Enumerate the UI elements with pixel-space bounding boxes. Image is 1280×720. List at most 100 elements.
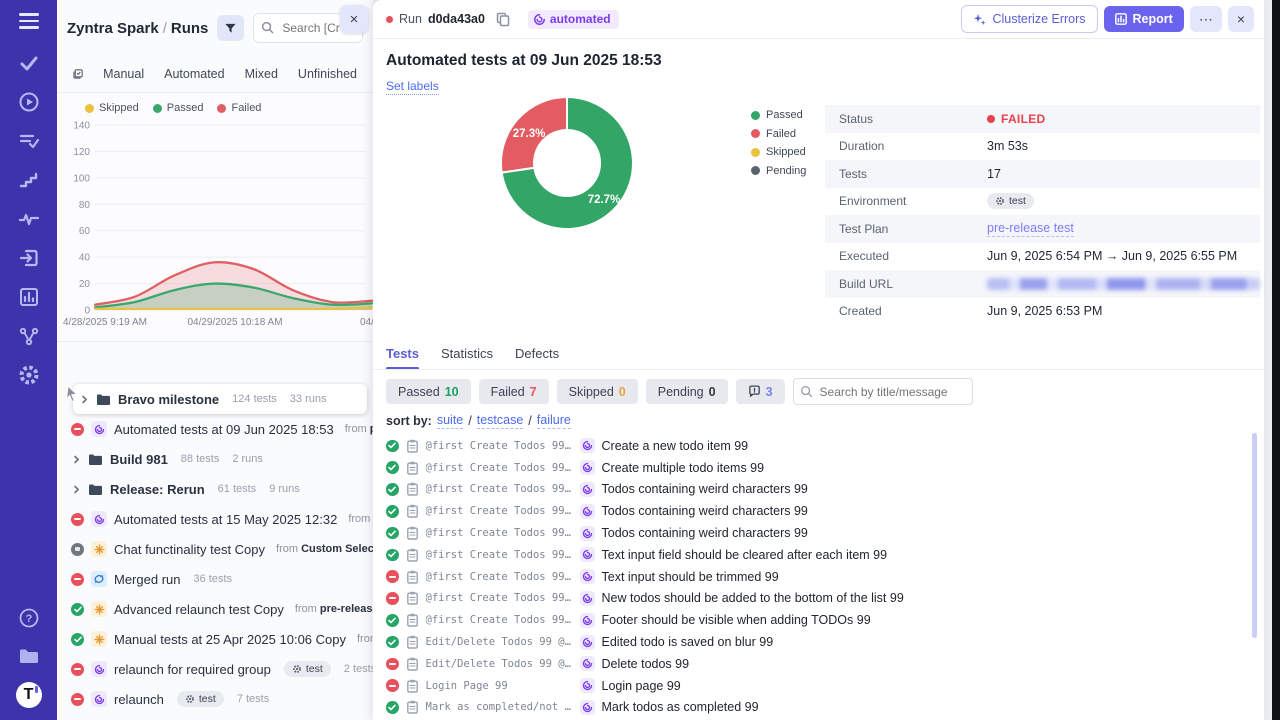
test-row[interactable]: @first Create Todos 99…Todos containing …	[386, 479, 1246, 501]
sort-by-suite[interactable]: suite	[437, 413, 463, 429]
environment-badge[interactable]: test	[987, 193, 1034, 209]
filter-passed-button[interactable]: Passed10	[386, 379, 471, 404]
list-check-icon[interactable]	[17, 129, 41, 153]
run-from-plan[interactable]: Custom Selection	[301, 543, 373, 555]
folder-name: Bravo milestone	[118, 392, 219, 407]
test-title[interactable]: Delete todos 99	[602, 657, 690, 671]
automated-badge[interactable]: automated	[528, 10, 619, 29]
test-title[interactable]: Text input should be trimmed 99	[602, 570, 779, 584]
run-type-tab-unfinished[interactable]: Unfinished	[298, 67, 357, 81]
run-row[interactable]: Manual tests at 25 Apr 2025 10:06 Copyfr…	[57, 624, 373, 654]
run-row[interactable]: Automated tests at 15 May 2025 12:32from…	[57, 504, 373, 534]
test-row[interactable]: Edit/Delete Todos 99 @…Delete todos 99	[386, 653, 1246, 675]
run-type-tab-manual[interactable]: Manual	[103, 67, 144, 81]
test-title[interactable]: Text input field should be cleared after…	[602, 548, 888, 562]
tab-tests[interactable]: Tests	[386, 346, 419, 370]
test-row[interactable]: @first Create Todos 99…Text input field …	[386, 544, 1246, 566]
set-labels-link[interactable]: Set labels	[386, 79, 439, 95]
more-button[interactable]: ⋯	[1190, 6, 1222, 32]
test-title[interactable]: New todos should be added to the bottom …	[602, 591, 904, 605]
tests-search[interactable]	[793, 378, 973, 405]
test-title[interactable]: Footer should be visible when adding TOD…	[602, 613, 871, 627]
test-row[interactable]: Login Page 99Login page 99	[386, 675, 1246, 697]
sort-by-label: sort by:	[386, 414, 432, 428]
run-name: Automated tests at 09 Jun 2025 18:53	[114, 422, 334, 437]
test-suite: @first Create Todos 99…	[426, 440, 573, 452]
close-run-button[interactable]: ×	[1228, 6, 1254, 32]
check-icon[interactable]	[17, 51, 41, 75]
activity-icon[interactable]	[17, 207, 41, 231]
clusterize-errors-button[interactable]: Clusterize Errors	[961, 5, 1097, 33]
tests-search-input[interactable]	[818, 384, 962, 400]
tests-scrollbar[interactable]	[1252, 433, 1257, 638]
run-row[interactable]: Advanced relaunch test Copyfrom pre-rele…	[57, 594, 373, 624]
test-row[interactable]: Edit/Delete Todos 99 @…Edited todo is sa…	[386, 631, 1246, 653]
run-meta: 2 runs	[232, 453, 263, 465]
test-title[interactable]: Todos containing weird characters 99	[602, 482, 808, 496]
automated-run-icon	[580, 613, 595, 628]
status-failed-icon	[386, 679, 399, 692]
test-row[interactable]: @first Create Todos 99…Text input should…	[386, 566, 1246, 588]
analytics-icon[interactable]	[17, 285, 41, 309]
gear-icon[interactable]	[17, 363, 41, 387]
run-from: from Custom Selection	[276, 543, 373, 555]
run-type-tab-automated[interactable]: Automated	[164, 67, 224, 81]
filter-failed-button[interactable]: Failed7	[479, 379, 549, 404]
test-title[interactable]: Todos containing weird characters 99	[602, 504, 808, 518]
app-logo[interactable]: T	[16, 682, 42, 708]
help-icon[interactable]: ?	[17, 606, 41, 630]
filter-count: 10	[445, 385, 459, 399]
test-row[interactable]: @first Create Todos 99…Create multiple t…	[386, 457, 1246, 479]
play-circle-icon[interactable]	[17, 90, 41, 114]
tab-statistics[interactable]: Statistics	[441, 346, 493, 370]
test-title[interactable]: Edited todo is saved on blur 99	[602, 635, 774, 649]
run-row[interactable]: Chat functinality test Copyfrom Custom S…	[57, 534, 373, 564]
report-button[interactable]: Report	[1104, 6, 1184, 32]
import-icon[interactable]	[17, 246, 41, 270]
copy-icon[interactable]	[496, 12, 510, 27]
projects-folder-icon[interactable]	[17, 644, 41, 668]
clipboard-icon	[406, 439, 419, 453]
run-row[interactable]: Merged run36 tests	[57, 564, 373, 594]
chevron-right-icon[interactable]	[79, 395, 89, 404]
run-row[interactable]: relaunchtest7 tests	[57, 684, 373, 714]
test-title[interactable]: Create a new todo item 99	[602, 439, 749, 453]
select-list-icon[interactable]	[73, 66, 83, 82]
test-row[interactable]: @first Create Todos 99… Create a new todo…	[386, 435, 1246, 457]
filter-comments-button[interactable]: 3	[736, 379, 785, 404]
test-title[interactable]: Create multiple todo items 99	[602, 461, 765, 475]
test-title[interactable]: Login page 99	[602, 679, 681, 693]
test-row[interactable]: @first Create Todos 99…New todos should …	[386, 588, 1246, 610]
steps-icon[interactable]	[17, 168, 41, 192]
branch-icon[interactable]	[17, 324, 41, 348]
filter-pending-button[interactable]: Pending0	[646, 379, 728, 404]
run-folder-row[interactable]: Release: Rerun61 tests9 runs	[57, 474, 373, 504]
test-row[interactable]: Mark as completed/not …Mark todos as com…	[386, 697, 1246, 719]
run-row[interactable]: relaunch for required grouptest2 tests	[57, 654, 373, 684]
sort-by-testcase[interactable]: testcase	[477, 413, 524, 429]
run-from-plan[interactable]: pre-release test	[320, 603, 373, 615]
tab-defects[interactable]: Defects	[515, 346, 559, 370]
test-title[interactable]: Mark todos as completed 99	[602, 700, 759, 714]
check-icon	[388, 639, 396, 646]
clipboard-icon	[406, 591, 419, 605]
chevron-right-icon[interactable]	[71, 485, 81, 494]
run-row[interactable]: Automated tests at 09 Jun 2025 18:53from…	[57, 414, 373, 444]
chevron-right-icon[interactable]	[71, 455, 81, 464]
test-row[interactable]: @first Create Todos 99…Todos containing …	[386, 500, 1246, 522]
sort-by-failure[interactable]: failure	[537, 413, 571, 429]
run-folder-row[interactable]: Bravo milestone124 tests33 runs	[73, 384, 367, 414]
close-panel-button[interactable]: ×	[340, 5, 368, 33]
breadcrumb-project[interactable]: Zyntra Spark	[67, 20, 159, 37]
filter-skipped-button[interactable]: Skipped0	[557, 379, 638, 404]
sparkles-icon	[973, 13, 986, 26]
automated-run-icon	[580, 482, 595, 497]
test-row[interactable]: @first Create Todos 99…Todos containing …	[386, 522, 1246, 544]
run-type-tab-mixed[interactable]: Mixed	[245, 67, 278, 81]
filter-button[interactable]	[217, 15, 244, 41]
menu-icon[interactable]	[19, 13, 39, 29]
run-folder-row[interactable]: Build 98188 tests2 runs	[57, 444, 373, 474]
test-plan-link[interactable]: pre-release test	[987, 221, 1074, 237]
test-title[interactable]: Todos containing weird characters 99	[602, 526, 808, 540]
test-row[interactable]: @first Create Todos 99…Footer should be …	[386, 609, 1246, 631]
